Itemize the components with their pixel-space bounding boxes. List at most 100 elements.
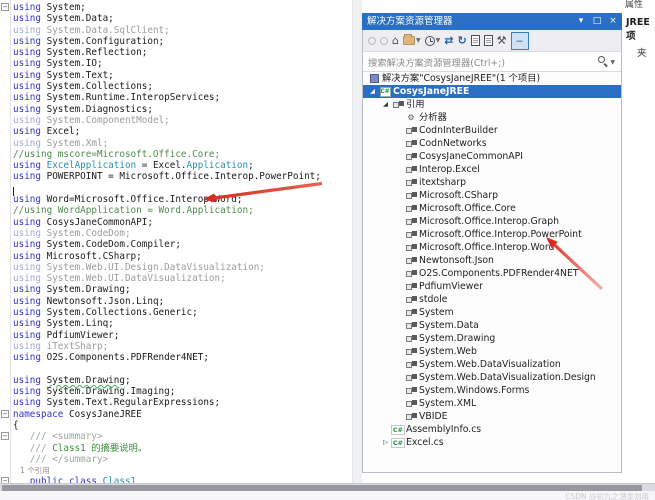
tree-item--cosysjanejree-1-[interactable]: 解决方案"CosysJaneJREE"(1 个项目) (363, 72, 621, 85)
tree-item-system-web-datavisualization-design[interactable]: System.Web.DataVisualization.Design (363, 371, 621, 384)
code-line[interactable]: using System.Diagnostics; (0, 104, 352, 115)
tree-item-stdole[interactable]: stdole (363, 293, 621, 306)
code-line[interactable]: //using WordApplication = Word.Applicati… (0, 205, 352, 216)
back-icon[interactable] (368, 33, 376, 49)
code-line[interactable]: using System.Drawing; (0, 284, 352, 295)
code-line[interactable]: using iTextSharp; (0, 341, 352, 352)
tree-item-system-web[interactable]: System.Web (363, 345, 621, 358)
tree-item-microsoft-office-core[interactable]: Microsoft.Office.Core (363, 202, 621, 215)
tree-item-codnnetworks[interactable]: CodnNetworks (363, 137, 621, 150)
collapse-caret-icon[interactable]: ◢ (367, 85, 378, 98)
code-line[interactable]: using PdfiumViewer; (0, 330, 352, 341)
home-icon[interactable]: ⌂ (392, 33, 399, 49)
tree-item-cosysjanecommonapi[interactable]: CosysJaneCommonAPI (363, 150, 621, 163)
code-line[interactable]: using System.Data; (0, 13, 352, 24)
tree-item-pdfiumviewer[interactable]: PdfiumViewer (363, 280, 621, 293)
code-line[interactable]: using Word=Microsoft.Office.Interop.Word… (0, 194, 352, 205)
code-line[interactable]: using POWERPOINT = Microsoft.Office.Inte… (0, 171, 352, 182)
tree-item--[interactable]: ◢引用 (363, 98, 621, 111)
code-line[interactable]: using System.ComponentModel; (0, 115, 352, 126)
horizontal-scrollbar[interactable] (0, 483, 655, 491)
code-line[interactable]: using System.Drawing; (0, 375, 352, 386)
tree-item-newtonsoft-json[interactable]: Newtonsoft.Json (363, 254, 621, 267)
fold-collapse-icon[interactable]: − (1, 432, 9, 440)
code-line[interactable]: using System.CodeDom; (0, 228, 352, 239)
code-line[interactable]: using System.Text; (0, 70, 352, 81)
tree-item-microsoft-csharp[interactable]: Microsoft.CSharp (363, 189, 621, 202)
code-line[interactable]: −using System; (0, 2, 352, 13)
code-token: System.Data.SqlClient; (47, 25, 170, 36)
code-line[interactable] (0, 364, 352, 375)
code-line[interactable]: using System.Data.SqlClient; (0, 25, 352, 36)
search-dropdown-icon[interactable]: ▼ (610, 59, 615, 66)
pending-changes-icon[interactable]: ▼ (425, 33, 441, 49)
search-icon[interactable] (598, 56, 605, 63)
collapse-caret-icon[interactable]: ◢ (380, 98, 391, 111)
window-position-icon[interactable]: ▾ (575, 13, 587, 30)
tree-item--[interactable]: ⚙分析器 (363, 111, 621, 124)
code-line[interactable]: using System.Drawing.Imaging; (0, 386, 352, 397)
expand-caret-icon[interactable]: ▷ (380, 436, 391, 449)
tree-item-system-drawing[interactable]: System.Drawing (363, 332, 621, 345)
tree-item-microsoft-office-interop-graph[interactable]: Microsoft.Office.Interop.Graph (363, 215, 621, 228)
code-line[interactable]: using System.Web.UI.Design.DataVisualiza… (0, 262, 352, 273)
code-line[interactable]: −namespace CosysJaneJREE (0, 409, 352, 420)
code-line[interactable]: using CosysJaneCommonAPI; (0, 217, 352, 228)
code-line[interactable]: using Newtonsoft.Json.Linq; (0, 296, 352, 307)
tree-item-interop-excel[interactable]: Interop.Excel (363, 163, 621, 176)
preview-selected-items-icon[interactable]: ‒ (511, 32, 529, 50)
solution-explorer-titlebar[interactable]: 解决方案资源管理器 ▾ □ × (362, 13, 622, 30)
open-folder-icon[interactable]: ▼ (403, 33, 421, 49)
refresh-icon[interactable]: ↻ (457, 33, 466, 49)
tree-item-assemblyinfo-cs[interactable]: C#AssemblyInfo.cs (363, 423, 621, 436)
code-line[interactable]: using System.IO; (0, 58, 352, 69)
tree-item-codninterbuilder[interactable]: CodnInterBuilder (363, 124, 621, 137)
tree-item-itextsharp[interactable]: itextsharp (363, 176, 621, 189)
code-line[interactable]: using System.Web.UI.DataVisualization; (0, 273, 352, 284)
close-icon[interactable]: × (607, 13, 619, 30)
tree-item-microsoft-office-interop-word[interactable]: Microsoft.Office.Interop.Word (363, 241, 621, 254)
code-line[interactable]: /// </summary> (0, 454, 352, 465)
fold-collapse-icon[interactable]: − (1, 3, 9, 11)
tree-item-microsoft-office-interop-powerpoint[interactable]: Microsoft.Office.Interop.PowerPoint (363, 228, 621, 241)
assembly-reference-icon (404, 322, 418, 329)
code-line[interactable]: using System.Reflection; (0, 47, 352, 58)
code-editor[interactable]: −using System;using System.Data;using Sy… (0, 0, 352, 483)
forward-icon[interactable] (380, 33, 388, 49)
tree-item-o2s-components-pdfrender4net[interactable]: O2S.Components.PDFRender4NET (363, 267, 621, 280)
code-line[interactable] (0, 183, 352, 194)
tree-item-system-windows-forms[interactable]: System.Windows.Forms (363, 384, 621, 397)
code-line[interactable]: using O2S.Components.PDFRender4NET; (0, 352, 352, 363)
code-line[interactable]: using System.Configuration; (0, 36, 352, 47)
collapse-all-icon[interactable] (471, 33, 480, 49)
code-line[interactable]: //using mscore=Microsoft.Office.Core; (0, 149, 352, 160)
tree-item-vbide[interactable]: VBIDE (363, 410, 621, 423)
code-line[interactable]: using Excel; (0, 126, 352, 137)
code-line[interactable]: 1 个引用 (0, 465, 352, 476)
solution-search-box[interactable]: 搜索解决方案资源管理器(Ctrl+;) ▼ (363, 52, 621, 72)
code-line[interactable]: using System.Runtime.InteropServices; (0, 92, 352, 103)
tree-item-system-xml[interactable]: System.XML (363, 397, 621, 410)
code-line[interactable]: using System.Collections; (0, 81, 352, 92)
code-line[interactable]: using Microsoft.CSharp; (0, 251, 352, 262)
code-line[interactable]: using System.Collections.Generic; (0, 307, 352, 318)
fold-collapse-icon[interactable]: − (1, 410, 9, 418)
tree-item-excel-cs[interactable]: ▷C#Excel.cs (363, 436, 621, 449)
code-line[interactable]: /// Class1 的摘要说明。 (0, 443, 352, 454)
code-line[interactable]: using System.Text.RegularExpressions; (0, 397, 352, 408)
code-line[interactable]: { (0, 420, 352, 431)
sync-with-active-document-icon[interactable]: ⇄ (444, 33, 453, 49)
code-line[interactable]: − /// <summary> (0, 431, 352, 442)
properties-icon[interactable]: ⚒ (497, 33, 507, 49)
tree-item-system-data[interactable]: System.Data (363, 319, 621, 332)
maximize-icon[interactable]: □ (591, 13, 603, 30)
tree-item-system-web-datavisualization[interactable]: System.Web.DataVisualization (363, 358, 621, 371)
tree-item-cosysjanejree[interactable]: ◢C#CosysJaneJREE (363, 85, 621, 98)
code-line[interactable]: using ExcelApplication = Excel.Applicati… (0, 160, 352, 171)
show-all-files-icon[interactable] (484, 33, 493, 49)
code-line[interactable]: using System.CodeDom.Compiler; (0, 239, 352, 250)
code-line[interactable]: using System.Xml; (0, 138, 352, 149)
editor-scroll-gutter[interactable] (352, 0, 362, 483)
code-line[interactable]: using System.Linq; (0, 318, 352, 329)
tree-item-system[interactable]: System (363, 306, 621, 319)
